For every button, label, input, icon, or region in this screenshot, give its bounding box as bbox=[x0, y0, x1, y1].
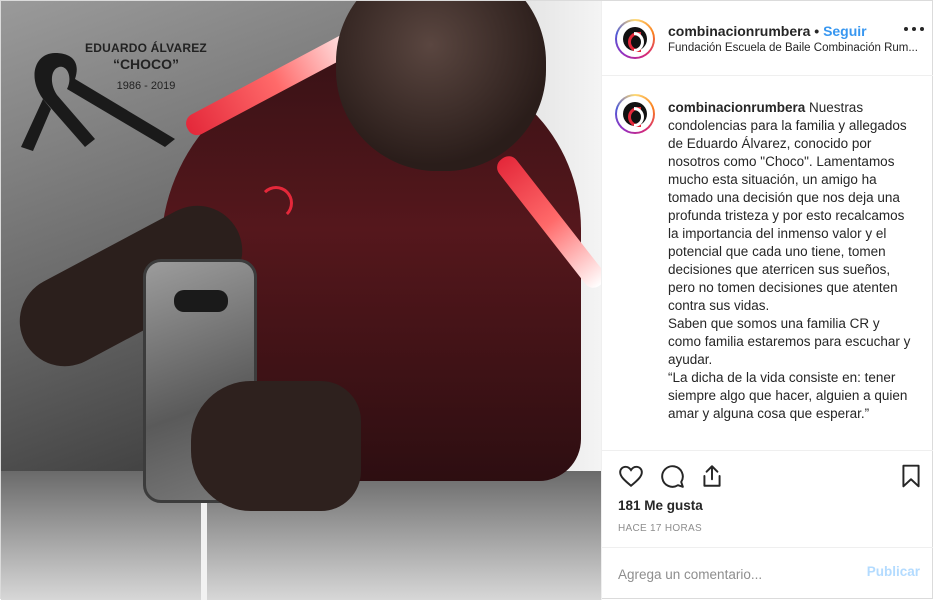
phone-camera bbox=[174, 290, 228, 312]
avatar[interactable] bbox=[615, 94, 655, 134]
post-timestamp[interactable]: HACE 17 HORAS bbox=[618, 523, 702, 534]
avatar[interactable] bbox=[615, 19, 655, 59]
memorial-years: 1986 - 2019 bbox=[116, 80, 176, 92]
header-separator: • bbox=[814, 23, 820, 39]
post-caption: combinacionrumbera Nuestras condolencias… bbox=[668, 99, 914, 423]
photo-person-hand bbox=[191, 381, 361, 511]
memorial-name: EDUARDO ÁLVAREZ bbox=[85, 41, 207, 55]
publish-button[interactable]: Publicar bbox=[867, 564, 920, 579]
header-username[interactable]: combinacionrumbera bbox=[668, 23, 810, 39]
share-icon[interactable] bbox=[699, 463, 725, 489]
heart-icon[interactable] bbox=[618, 463, 644, 489]
post-sidebar: combinacionrumbera • Seguir Fundación Es… bbox=[601, 1, 933, 600]
instagram-post: EDUARDO ÁLVAREZ “CHOCO” 1986 - 2019 comb… bbox=[0, 0, 933, 600]
comment-input[interactable] bbox=[618, 562, 848, 586]
likes-count[interactable]: 181 Me gusta bbox=[618, 498, 703, 513]
comments-area[interactable]: combinacionrumbera Nuestras condolencias… bbox=[602, 77, 933, 449]
header-location[interactable]: Fundación Escuela de Baile Combinación R… bbox=[668, 42, 924, 54]
brand-logo-icon bbox=[623, 27, 647, 52]
post-actions: 181 Me gusta HACE 17 HORAS Publicar bbox=[602, 450, 933, 600]
header-title-line: combinacionrumbera • Seguir bbox=[668, 23, 867, 39]
photo-charging-cable bbox=[201, 503, 207, 600]
comment-icon[interactable] bbox=[659, 463, 685, 489]
memorial-overlay: EDUARDO ÁLVAREZ “CHOCO” 1986 - 2019 bbox=[15, 33, 207, 151]
caption-text: Saben que somos una familia CR y como fa… bbox=[668, 316, 911, 367]
add-comment-section: Publicar bbox=[602, 547, 933, 601]
caption-text: Nuestras condolencias para la familia y … bbox=[668, 100, 907, 313]
caption-username[interactable]: combinacionrumbera bbox=[668, 100, 805, 115]
shirt-logo bbox=[259, 186, 293, 220]
post-photo[interactable]: EDUARDO ÁLVAREZ “CHOCO” 1986 - 2019 bbox=[1, 1, 601, 600]
more-options-icon[interactable] bbox=[904, 27, 924, 33]
bookmark-icon[interactable] bbox=[898, 463, 924, 489]
post-header: combinacionrumbera • Seguir Fundación Es… bbox=[602, 1, 933, 76]
caption-text: “La dicha de la vida consiste en: tener … bbox=[668, 370, 908, 421]
follow-button[interactable]: Seguir bbox=[823, 23, 867, 39]
memorial-nickname: “CHOCO” bbox=[112, 56, 180, 72]
brand-logo-icon bbox=[623, 102, 647, 127]
